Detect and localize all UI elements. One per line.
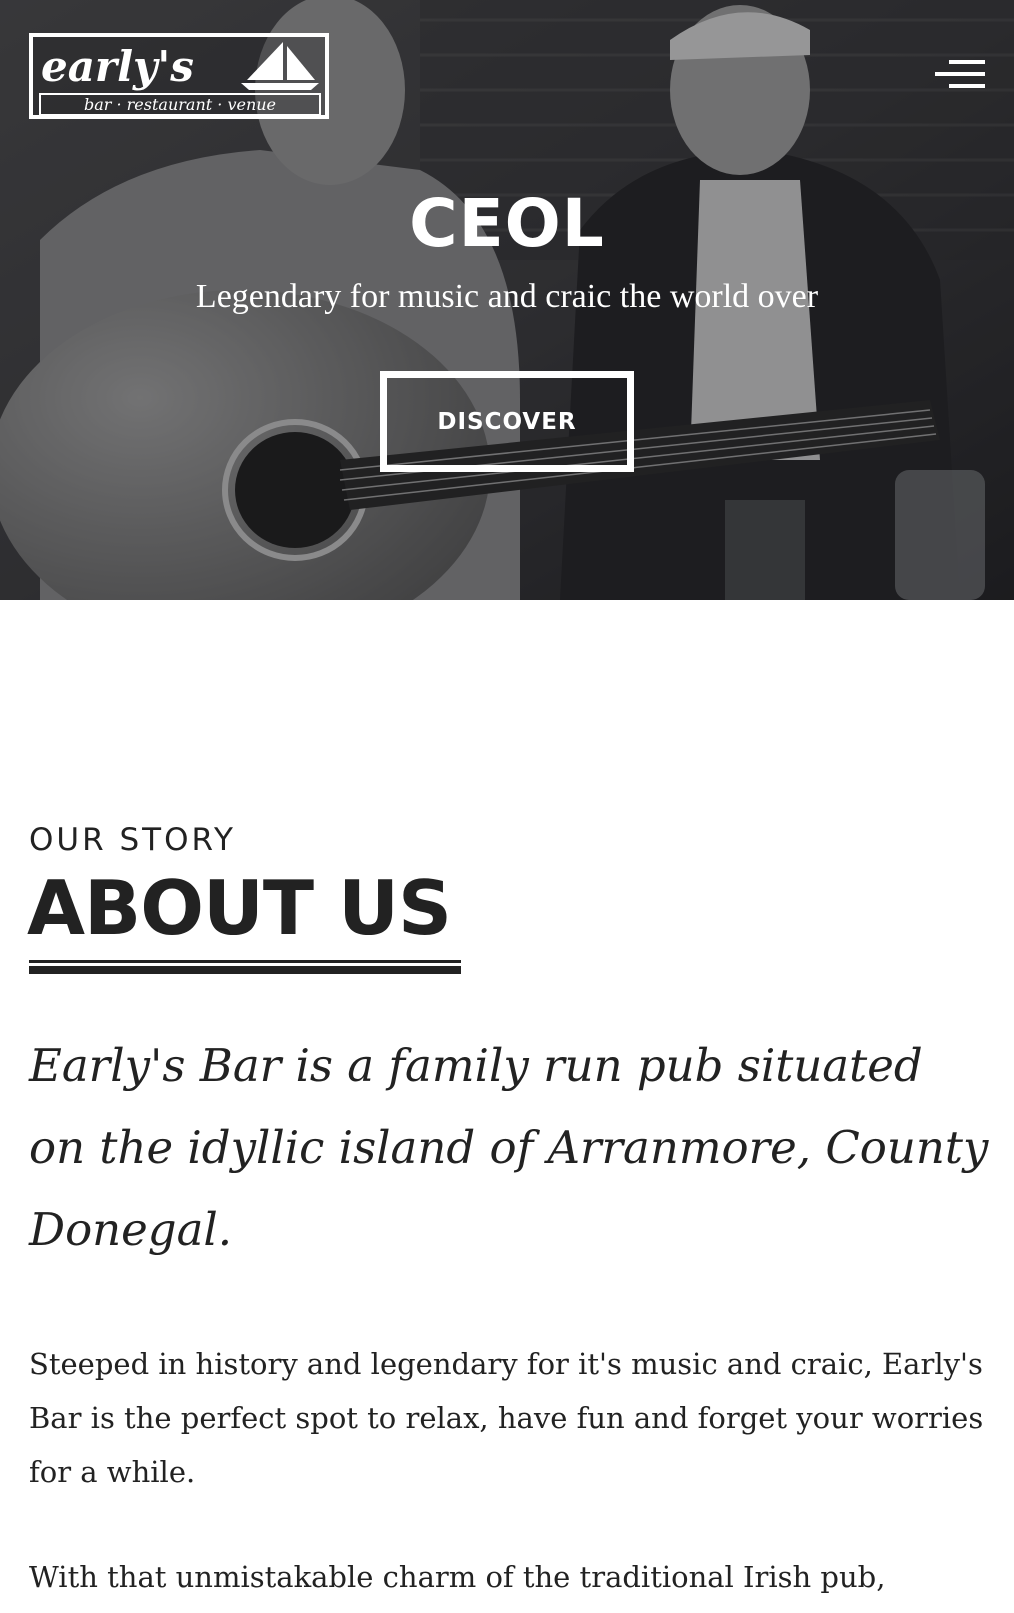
title-underline [29,960,461,974]
hamburger-icon-line [935,72,985,76]
menu-button[interactable] [925,58,985,94]
discover-button[interactable]: DISCOVER [380,371,634,472]
hero-section: early's bar · restaurant · venue CEOL Le… [0,0,1014,600]
sailboat-icon [241,42,319,90]
lead-paragraph: Early's Bar is a family run pub situated… [29,1039,989,1256]
about-section: OUR STORY ABOUT US Early's Bar is a fami… [0,600,1014,1613]
hero-subtitle: Legendary for music and craic the world … [195,278,819,315]
site-logo[interactable]: early's bar · restaurant · venue [29,33,329,119]
logo-wordmark: early's [41,42,194,91]
section-eyebrow: OUR STORY [29,822,236,858]
section-title: ABOUT US [27,864,452,952]
hamburger-icon-line [949,84,985,88]
body-paragraph: Steeped in history and legendary for it'… [29,1347,984,1489]
hero-title: CEOL [409,185,605,262]
hamburger-icon [949,60,985,64]
logo-tagline: bar · restaurant · venue [39,93,321,116]
body-paragraph: With that unmistakable charm of the trad… [29,1560,886,1594]
